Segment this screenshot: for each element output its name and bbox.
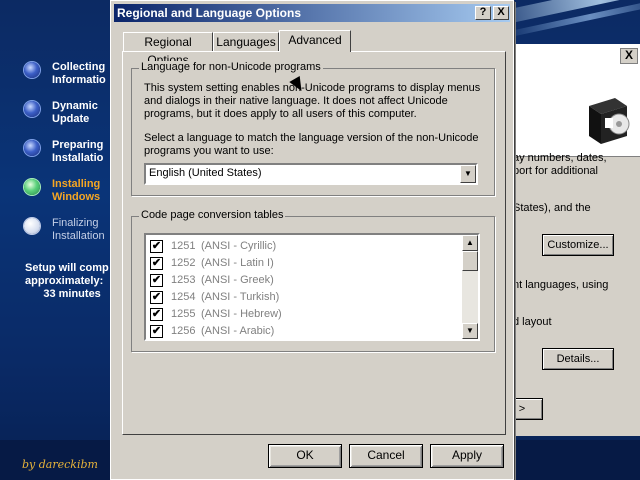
background-dialog-titlebar: X xyxy=(501,44,640,66)
step-label: Collecting Informatio xyxy=(52,61,106,86)
codepage-name: (ANSI - Arabic) xyxy=(201,325,275,337)
codepage-name: (ANSI - Greek) xyxy=(201,274,274,286)
language-select[interactable]: English (United States) ▼ xyxy=(144,163,478,185)
apply-button[interactable]: Apply xyxy=(430,444,504,468)
background-dialog-text: States), and the xyxy=(513,202,591,214)
codepage-name: (ANSI - Turkish) xyxy=(201,291,280,303)
close-icon[interactable]: X xyxy=(620,48,638,64)
language-select-value: English (United States) xyxy=(149,167,262,179)
tab-advanced[interactable]: Advanced xyxy=(279,30,351,52)
step-label: Dynamic Update xyxy=(52,100,98,125)
codepage-code: 1256 xyxy=(171,325,196,337)
regional-language-dialog: Regional and Language Options ? X Region… xyxy=(110,0,514,480)
credit-watermark: by dareckibm xyxy=(22,458,98,471)
close-icon[interactable]: X xyxy=(493,6,509,20)
step-label: Installing Windows xyxy=(52,178,101,203)
checkbox-icon[interactable]: ✔ xyxy=(150,274,163,287)
step-bullet-icon xyxy=(24,218,40,234)
codepage-row[interactable]: ✔ 1255 (ANSI - Hebrew) xyxy=(150,306,450,323)
language-select-prompt: Select a language to match the language … xyxy=(144,132,479,157)
codepage-row[interactable]: ✔ 1251 (ANSI - Cyrillic) xyxy=(150,238,450,255)
codepage-list[interactable]: ✔ 1251 (ANSI - Cyrillic) ✔ 1252 (ANSI - … xyxy=(144,233,480,341)
checkbox-icon[interactable]: ✔ xyxy=(150,325,163,338)
step-bullet-icon xyxy=(24,62,40,78)
checkbox-icon[interactable]: ✔ xyxy=(150,308,163,321)
step-bullet-icon xyxy=(24,140,40,156)
codepage-name: (ANSI - Hebrew) xyxy=(201,308,282,320)
codepage-code: 1251 xyxy=(171,240,196,252)
checkbox-icon[interactable]: ✔ xyxy=(150,240,163,253)
checkbox-icon[interactable]: ✔ xyxy=(150,291,163,304)
background-dialog-text: nt languages, using xyxy=(513,279,609,291)
scroll-down-icon[interactable]: ▼ xyxy=(462,323,478,339)
step-bullet-icon xyxy=(24,101,40,117)
cancel-button[interactable]: Cancel xyxy=(349,444,423,468)
codepage-group: Code page conversion tables ✔ 1251 (ANSI… xyxy=(131,209,495,352)
nonunicode-legend: Language for non-Unicode programs xyxy=(139,61,323,73)
codepage-row[interactable]: ✔ 1253 (ANSI - Greek) xyxy=(150,272,450,289)
codepage-code: 1254 xyxy=(171,291,196,303)
tab-languages[interactable]: Languages xyxy=(213,32,279,51)
codepage-row[interactable]: ✔ 1254 (ANSI - Turkish) xyxy=(150,289,450,306)
codepage-scrollbar[interactable]: ▲ ▼ xyxy=(462,235,478,339)
background-dialog-text: ay numbers, dates, port for additional xyxy=(513,152,607,177)
dialog-titlebar: Regional and Language Options ? X xyxy=(114,4,510,22)
step-label: Preparing Installatio xyxy=(52,139,104,164)
step-label: Finalizing Installation xyxy=(52,217,105,242)
setup-box-icon xyxy=(589,98,630,144)
chevron-down-icon[interactable]: ▼ xyxy=(460,165,476,183)
help-icon[interactable]: ? xyxy=(475,6,491,20)
ok-button[interactable]: OK xyxy=(268,444,342,468)
codepage-code: 1253 xyxy=(171,274,196,286)
tab-regional-options[interactable]: Regional Options xyxy=(123,32,213,67)
background-dialog: X ay numbers, dates, port for additional… xyxy=(500,44,640,436)
details-button[interactable]: Details... xyxy=(542,348,614,370)
codepage-code: 1255 xyxy=(171,308,196,320)
codepage-name: (ANSI - Cyrillic) xyxy=(201,240,277,252)
codepage-name: (ANSI - Latin I) xyxy=(201,257,274,269)
codepage-row[interactable]: ✔ 1256 (ANSI - Arabic) xyxy=(150,323,450,339)
codepage-row[interactable]: ✔ 1252 (ANSI - Latin I) xyxy=(150,255,450,272)
background-dialog-text: d layout xyxy=(513,316,552,328)
customize-button[interactable]: Customize... xyxy=(542,234,614,256)
codepage-legend: Code page conversion tables xyxy=(139,209,286,221)
dialog-title: Regional and Language Options xyxy=(117,6,302,20)
step-bullet-icon xyxy=(24,179,40,195)
advanced-tab-page: Language for non-Unicode programs This s… xyxy=(122,51,506,435)
background-dialog-header xyxy=(501,66,640,157)
nonunicode-description: This system setting enables non-Unicode … xyxy=(144,82,481,120)
scroll-up-icon[interactable]: ▲ xyxy=(462,235,478,251)
setup-time-remaining: Setup will comp approximately: 33 minute… xyxy=(25,262,109,300)
codepage-code: 1252 xyxy=(171,257,196,269)
checkbox-icon[interactable]: ✔ xyxy=(150,257,163,270)
nonunicode-group: Language for non-Unicode programs This s… xyxy=(131,61,495,196)
scrollbar-thumb[interactable] xyxy=(462,251,478,271)
